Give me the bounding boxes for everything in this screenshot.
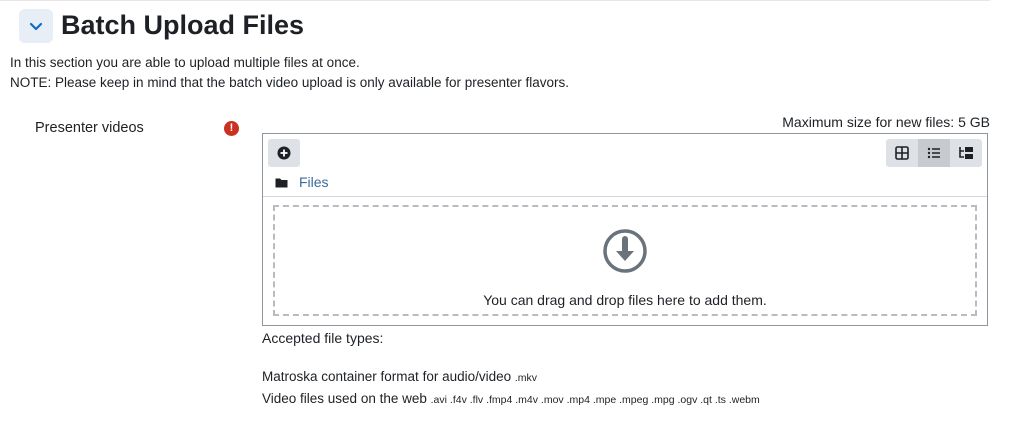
- file-type-row: Video files used on the web .avi .f4v .f…: [262, 391, 760, 406]
- file-type-row: Matroska container format for audio/vide…: [262, 369, 537, 384]
- list-view-icon: [927, 146, 941, 160]
- tree-view-icon: [958, 146, 974, 160]
- section-collapse-toggle[interactable]: [19, 9, 53, 43]
- file-type-name: Matroska container format for audio/vide…: [262, 369, 512, 384]
- download-arrow-icon: [601, 227, 649, 275]
- view-switcher: [886, 139, 982, 167]
- required-icon: !: [224, 121, 239, 136]
- accepted-types-title: Accepted file types:: [262, 330, 384, 346]
- section-intro: In this section you are able to upload m…: [10, 53, 569, 93]
- drop-zone[interactable]: You can drag and drop files here to add …: [273, 205, 977, 316]
- file-type-name: Video files used on the web: [262, 391, 427, 406]
- folder-link-files[interactable]: Files: [299, 174, 329, 190]
- folder-icon: [275, 177, 288, 188]
- folder-path: Files: [275, 174, 329, 190]
- tree-view-button[interactable]: [950, 139, 982, 167]
- chevron-down-icon: [28, 18, 44, 34]
- file-type-extensions: .avi .f4v .flv .fmp4 .m4v .mov .mp4 .mpe…: [430, 394, 760, 406]
- file-type-extensions: .mkv: [514, 372, 538, 384]
- intro-note: NOTE: Please keep in mind that the batch…: [10, 75, 570, 90]
- section-title: Batch Upload Files: [61, 10, 305, 40]
- add-file-button[interactable]: [268, 139, 300, 167]
- field-label: Presenter videos: [35, 120, 144, 136]
- intro-text: In this section you are able to upload m…: [10, 55, 360, 70]
- drop-message: You can drag and drop files here to add …: [483, 292, 767, 308]
- grid-view-button[interactable]: [886, 139, 918, 167]
- grid-view-icon: [895, 146, 909, 160]
- max-size-info: Maximum size for new files: 5 GB: [782, 114, 990, 130]
- section-divider: [0, 0, 990, 1]
- file-manager: Files You can drag and drop files here t…: [262, 133, 988, 326]
- add-file-icon: [277, 146, 291, 160]
- list-view-button[interactable]: [918, 139, 950, 167]
- file-manager-toolbar: Files: [263, 134, 987, 197]
